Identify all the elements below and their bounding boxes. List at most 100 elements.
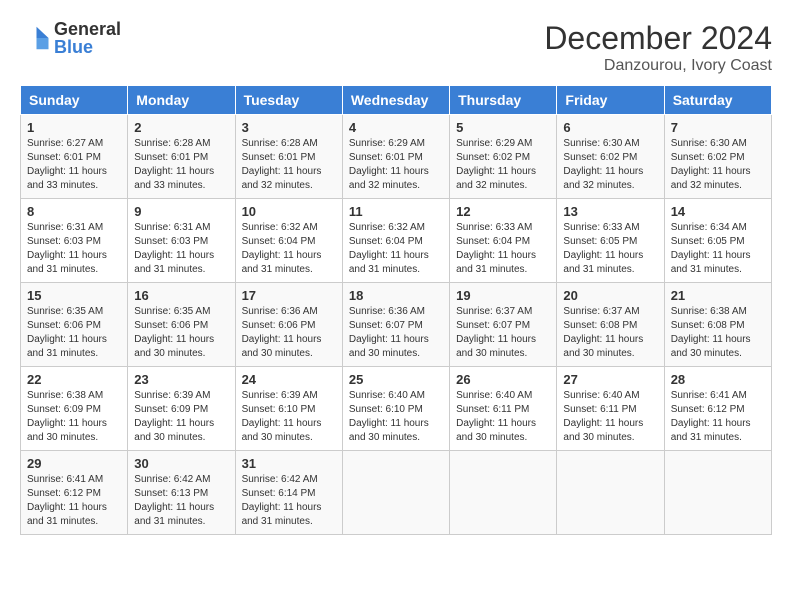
calendar-cell[interactable] bbox=[450, 451, 557, 535]
day-number: 31 bbox=[242, 456, 336, 471]
calendar-cell[interactable]: 26 Sunrise: 6:40 AMSunset: 6:11 PMDayligh… bbox=[450, 367, 557, 451]
calendar-cell[interactable]: 6Sunrise: 6:30 AMSunset: 6:02 PMDaylight… bbox=[557, 115, 664, 199]
cell-info: Sunrise: 6:39 AMSunset: 6:10 PMDaylight:… bbox=[242, 389, 336, 445]
calendar-cell[interactable]: 29Sunrise: 6:41 AMSunset: 6:12 PMDayligh… bbox=[21, 451, 128, 535]
day-number: 13 bbox=[563, 204, 657, 219]
cell-info: Sunrise: 6:29 AMSunset: 6:01 PMDaylight:… bbox=[349, 137, 443, 193]
cell-info: Sunrise: 6:36 AMSunset: 6:07 PMDaylight:… bbox=[349, 305, 443, 361]
logo-blue: Blue bbox=[54, 38, 121, 56]
day-number: 21 bbox=[671, 288, 765, 303]
day-number: 3 bbox=[242, 120, 336, 135]
cell-info: Sunrise: 6:41 AMSunset: 6:12 PMDaylight:… bbox=[671, 389, 765, 445]
calendar-cell[interactable]: 20 Sunrise: 6:37 AMSunset: 6:08 PMDayligh… bbox=[557, 283, 664, 367]
calendar-cell[interactable]: 22 Sunrise: 6:38 AMSunset: 6:09 PMDayligh… bbox=[21, 367, 128, 451]
day-number: 7 bbox=[671, 120, 765, 135]
calendar-cell[interactable]: 10Sunrise: 6:32 AMSunset: 6:04 PMDayligh… bbox=[235, 199, 342, 283]
cell-info: Sunrise: 6:36 AMSunset: 6:06 PMDaylight:… bbox=[242, 305, 336, 361]
calendar-cell[interactable]: 11 Sunrise: 6:32 AMSunset: 6:04 PMDayligh… bbox=[342, 199, 449, 283]
cell-info: Sunrise: 6:37 AMSunset: 6:08 PMDaylight:… bbox=[563, 305, 657, 361]
subtitle: Danzourou, Ivory Coast bbox=[544, 57, 772, 75]
cell-info: Sunrise: 6:28 AMSunset: 6:01 PMDaylight:… bbox=[134, 137, 228, 193]
day-number: 12 bbox=[456, 204, 550, 219]
calendar-cell[interactable]: 16Sunrise: 6:35 AMSunset: 6:06 PMDayligh… bbox=[128, 283, 235, 367]
cell-info: Sunrise: 6:28 AMSunset: 6:01 PMDaylight:… bbox=[242, 137, 336, 193]
day-number: 4 bbox=[349, 120, 443, 135]
week-row-3: 15 Sunrise: 6:35 AMSunset: 6:06 PMDayligh… bbox=[21, 283, 772, 367]
calendar-cell[interactable]: 1Sunrise: 6:27 AMSunset: 6:01 PMDaylight… bbox=[21, 115, 128, 199]
calendar-cell[interactable]: 2 Sunrise: 6:28 AMSunset: 6:01 PMDaylight… bbox=[128, 115, 235, 199]
calendar-cell[interactable]: 15 Sunrise: 6:35 AMSunset: 6:06 PMDayligh… bbox=[21, 283, 128, 367]
page-header: General Blue December 2024 Danzourou, Iv… bbox=[20, 20, 772, 75]
calendar-cell[interactable]: 23Sunrise: 6:39 AMSunset: 6:09 PMDayligh… bbox=[128, 367, 235, 451]
day-number: 6 bbox=[563, 120, 657, 135]
day-number: 15 bbox=[27, 288, 121, 303]
calendar-cell[interactable]: 7 Sunrise: 6:30 AMSunset: 6:02 PMDaylight… bbox=[664, 115, 771, 199]
day-number: 16 bbox=[134, 288, 228, 303]
calendar-body: 1Sunrise: 6:27 AMSunset: 6:01 PMDaylight… bbox=[21, 115, 772, 535]
calendar-cell[interactable]: 12 Sunrise: 6:33 AMSunset: 6:04 PMDayligh… bbox=[450, 199, 557, 283]
calendar-cell[interactable]: 5Sunrise: 6:29 AMSunset: 6:02 PMDaylight… bbox=[450, 115, 557, 199]
cell-info: Sunrise: 6:33 AMSunset: 6:04 PMDaylight:… bbox=[456, 221, 550, 277]
calendar-cell[interactable]: 17Sunrise: 6:36 AMSunset: 6:06 PMDayligh… bbox=[235, 283, 342, 367]
cell-info: Sunrise: 6:38 AMSunset: 6:09 PMDaylight:… bbox=[27, 389, 121, 445]
cell-info: Sunrise: 6:40 AMSunset: 6:11 PMDaylight:… bbox=[563, 389, 657, 445]
day-number: 8 bbox=[27, 204, 121, 219]
calendar-cell[interactable]: 9 Sunrise: 6:31 AMSunset: 6:03 PMDaylight… bbox=[128, 199, 235, 283]
calendar-cell[interactable]: 24Sunrise: 6:39 AMSunset: 6:10 PMDayligh… bbox=[235, 367, 342, 451]
day-number: 1 bbox=[27, 120, 121, 135]
cell-info: Sunrise: 6:31 AMSunset: 6:03 PMDaylight:… bbox=[27, 221, 121, 277]
calendar-cell[interactable]: 31Sunrise: 6:42 AMSunset: 6:14 PMDayligh… bbox=[235, 451, 342, 535]
header-row: SundayMondayTuesdayWednesdayThursdayFrid… bbox=[21, 86, 772, 115]
header-day-sunday: Sunday bbox=[21, 86, 128, 115]
day-number: 28 bbox=[671, 372, 765, 387]
logo-general: General bbox=[54, 20, 121, 38]
cell-info: Sunrise: 6:35 AMSunset: 6:06 PMDaylight:… bbox=[27, 305, 121, 361]
calendar-cell[interactable]: 30Sunrise: 6:42 AMSunset: 6:13 PMDayligh… bbox=[128, 451, 235, 535]
calendar-cell[interactable]: 28 Sunrise: 6:41 AMSunset: 6:12 PMDayligh… bbox=[664, 367, 771, 451]
calendar-cell[interactable]: 18Sunrise: 6:36 AMSunset: 6:07 PMDayligh… bbox=[342, 283, 449, 367]
cell-info: Sunrise: 6:37 AMSunset: 6:07 PMDaylight:… bbox=[456, 305, 550, 361]
header-day-wednesday: Wednesday bbox=[342, 86, 449, 115]
cell-info: Sunrise: 6:31 AMSunset: 6:03 PMDaylight:… bbox=[134, 221, 228, 277]
cell-info: Sunrise: 6:30 AMSunset: 6:02 PMDaylight:… bbox=[671, 137, 765, 193]
day-number: 11 bbox=[349, 204, 443, 219]
calendar-cell[interactable]: 27 Sunrise: 6:40 AMSunset: 6:11 PMDayligh… bbox=[557, 367, 664, 451]
header-day-friday: Friday bbox=[557, 86, 664, 115]
calendar-cell[interactable]: 14 Sunrise: 6:34 AMSunset: 6:05 PMDayligh… bbox=[664, 199, 771, 283]
calendar-cell[interactable]: 13 Sunrise: 6:33 AMSunset: 6:05 PMDayligh… bbox=[557, 199, 664, 283]
calendar-cell[interactable]: 25Sunrise: 6:40 AMSunset: 6:10 PMDayligh… bbox=[342, 367, 449, 451]
calendar-header: SundayMondayTuesdayWednesdayThursdayFrid… bbox=[21, 86, 772, 115]
cell-info: Sunrise: 6:32 AMSunset: 6:04 PMDaylight:… bbox=[349, 221, 443, 277]
day-number: 20 bbox=[563, 288, 657, 303]
day-number: 14 bbox=[671, 204, 765, 219]
calendar: SundayMondayTuesdayWednesdayThursdayFrid… bbox=[20, 85, 772, 535]
logo: General Blue bbox=[20, 20, 121, 56]
calendar-cell[interactable]: 19Sunrise: 6:37 AMSunset: 6:07 PMDayligh… bbox=[450, 283, 557, 367]
cell-info: Sunrise: 6:41 AMSunset: 6:12 PMDaylight:… bbox=[27, 473, 121, 529]
calendar-cell[interactable] bbox=[557, 451, 664, 535]
day-number: 2 bbox=[134, 120, 228, 135]
calendar-cell[interactable]: 21 Sunrise: 6:38 AMSunset: 6:08 PMDayligh… bbox=[664, 283, 771, 367]
cell-info: Sunrise: 6:33 AMSunset: 6:05 PMDaylight:… bbox=[563, 221, 657, 277]
calendar-cell[interactable] bbox=[342, 451, 449, 535]
title-area: December 2024 Danzourou, Ivory Coast bbox=[544, 20, 772, 75]
calendar-cell[interactable]: 4 Sunrise: 6:29 AMSunset: 6:01 PMDaylight… bbox=[342, 115, 449, 199]
calendar-cell[interactable]: 8 Sunrise: 6:31 AMSunset: 6:03 PMDaylight… bbox=[21, 199, 128, 283]
header-day-thursday: Thursday bbox=[450, 86, 557, 115]
calendar-cell[interactable] bbox=[664, 451, 771, 535]
day-number: 27 bbox=[563, 372, 657, 387]
cell-info: Sunrise: 6:38 AMSunset: 6:08 PMDaylight:… bbox=[671, 305, 765, 361]
header-day-tuesday: Tuesday bbox=[235, 86, 342, 115]
cell-info: Sunrise: 6:40 AMSunset: 6:11 PMDaylight:… bbox=[456, 389, 550, 445]
main-title: December 2024 bbox=[544, 20, 772, 57]
day-number: 22 bbox=[27, 372, 121, 387]
logo-icon bbox=[20, 23, 50, 53]
day-number: 9 bbox=[134, 204, 228, 219]
day-number: 26 bbox=[456, 372, 550, 387]
cell-info: Sunrise: 6:32 AMSunset: 6:04 PMDaylight:… bbox=[242, 221, 336, 277]
calendar-cell[interactable]: 3 Sunrise: 6:28 AMSunset: 6:01 PMDaylight… bbox=[235, 115, 342, 199]
week-row-2: 8 Sunrise: 6:31 AMSunset: 6:03 PMDaylight… bbox=[21, 199, 772, 283]
logo-text: General Blue bbox=[54, 20, 121, 56]
cell-info: Sunrise: 6:34 AMSunset: 6:05 PMDaylight:… bbox=[671, 221, 765, 277]
header-day-monday: Monday bbox=[128, 86, 235, 115]
